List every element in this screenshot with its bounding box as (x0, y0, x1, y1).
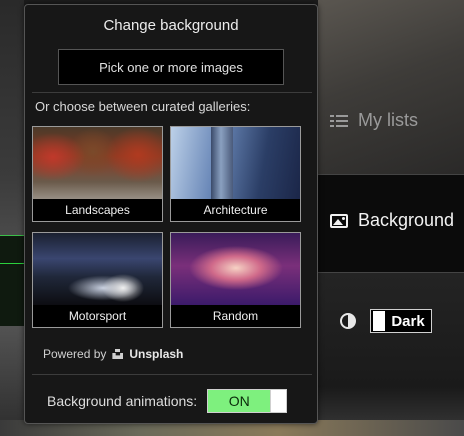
nav-divider (318, 272, 464, 273)
change-background-panel: Change background Pick one or more image… (24, 4, 318, 424)
curated-galleries-label: Or choose between curated galleries: (35, 99, 251, 114)
unsplash-icon (112, 349, 123, 359)
animations-label: Background animations: (47, 393, 198, 409)
toggle-state: ON (208, 390, 271, 412)
nav-item-label: Background (358, 210, 455, 230)
nav-item-my-lists[interactable]: My lists (330, 110, 418, 131)
animations-toggle[interactable]: ON (207, 389, 288, 413)
random-thumbnail (171, 233, 300, 306)
gallery-tile-motorsport[interactable]: Motorsport (32, 232, 163, 328)
background-scene-right-bottom (318, 272, 464, 436)
landscapes-thumbnail (33, 127, 162, 200)
nav-item-background[interactable]: Background (330, 210, 454, 231)
background-scene-line (0, 263, 24, 264)
background-scene-stripe (0, 235, 24, 326)
powered-by: Powered by Unsplash (43, 347, 183, 361)
gallery-label: Architecture (171, 199, 300, 221)
gallery-tile-architecture[interactable]: Architecture (170, 126, 301, 222)
gallery-label: Landscapes (33, 199, 162, 221)
theme-toggle-label: Dark (391, 312, 425, 330)
pick-images-button[interactable]: Pick one or more images (58, 49, 284, 85)
background-scene-right (318, 0, 464, 175)
motorsport-thumbnail (33, 233, 162, 306)
background-animations-row: Background animations: ON (47, 389, 288, 413)
nav-item-label: My lists (358, 110, 418, 130)
contrast-icon (340, 313, 356, 329)
gallery-tile-random[interactable]: Random (170, 232, 301, 328)
image-icon (330, 213, 348, 228)
divider (32, 374, 312, 375)
nav-divider (318, 174, 464, 175)
theme-switch-row: Dark (340, 309, 432, 333)
unsplash-link[interactable]: Unsplash (129, 347, 183, 361)
gallery-tile-landscapes[interactable]: Landscapes (32, 126, 163, 222)
background-scene-left (0, 0, 24, 436)
gallery-label: Motorsport (33, 305, 162, 327)
toggle-knob (373, 311, 385, 331)
powered-by-label: Powered by (43, 347, 107, 361)
list-check-icon (330, 113, 348, 129)
toggle-knob (270, 390, 287, 412)
architecture-thumbnail (171, 127, 300, 200)
panel-title: Change background (103, 17, 239, 34)
gallery-label: Random (171, 305, 300, 327)
theme-toggle[interactable]: Dark (370, 309, 432, 333)
divider (32, 92, 312, 93)
